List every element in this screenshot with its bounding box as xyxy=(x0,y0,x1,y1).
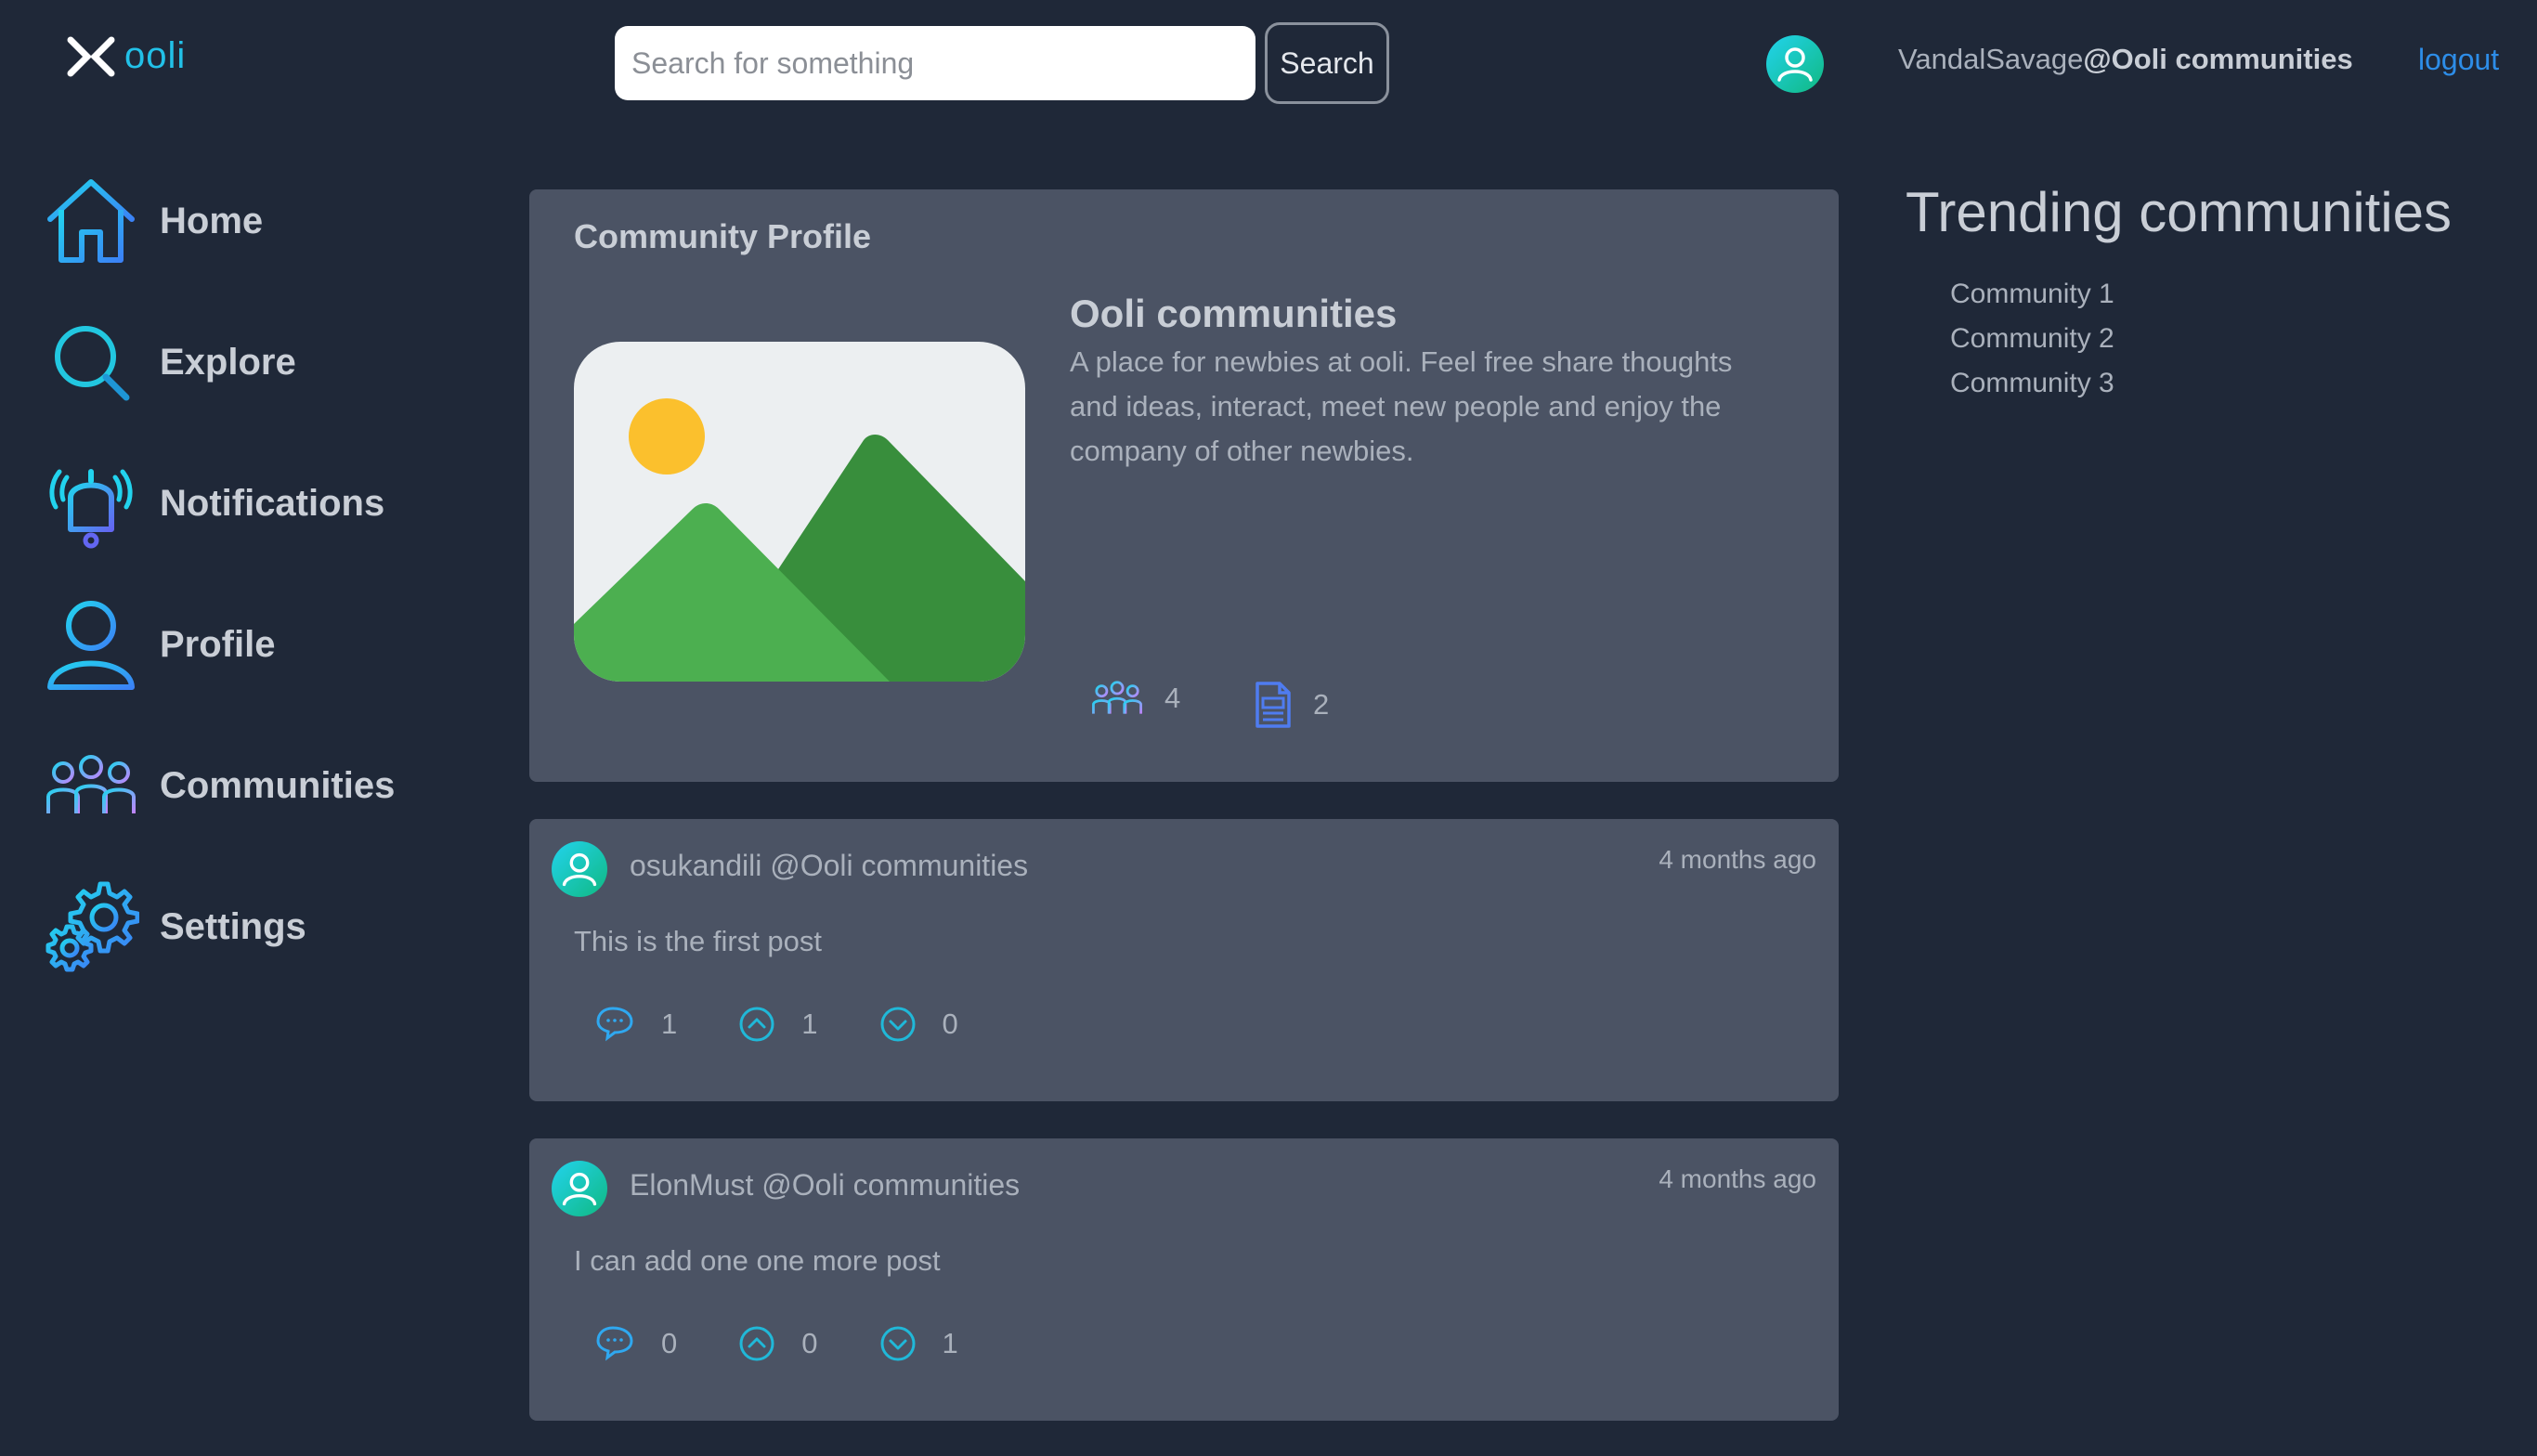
sidebar-item-profile[interactable]: Profile xyxy=(41,594,468,695)
community-profile-card: Community Profile Ooli communities A pla… xyxy=(529,189,1839,782)
sidebar: Home Explore Notifications Profile Commu… xyxy=(41,171,468,1018)
user-community-tag: @Ooli communities xyxy=(2083,43,2353,75)
post-timestamp: 4 months ago xyxy=(1659,845,1816,874)
upvote-count: 1 xyxy=(801,1008,818,1040)
post-body: I can add one one more post xyxy=(574,1244,941,1277)
post-timestamp: 4 months ago xyxy=(1659,1164,1816,1193)
upvote-count: 0 xyxy=(801,1327,818,1359)
gear-icon xyxy=(41,877,141,977)
post-actions: 1 1 0 xyxy=(594,1005,958,1044)
sidebar-item-label: Profile xyxy=(160,623,276,665)
downvote-button[interactable]: 0 xyxy=(879,1005,958,1044)
document-icon xyxy=(1255,682,1291,728)
post-card[interactable]: osukandili @Ooli communities 4 months ag… xyxy=(529,819,1839,1101)
sidebar-item-label: Settings xyxy=(160,905,306,947)
home-icon xyxy=(41,171,141,271)
user-avatar[interactable] xyxy=(1766,35,1824,93)
comment-icon xyxy=(596,1326,633,1361)
upvote-button[interactable]: 1 xyxy=(738,1005,818,1044)
comment-button[interactable]: 0 xyxy=(594,1324,677,1363)
posts-count: 2 xyxy=(1313,688,1330,721)
sidebar-item-home[interactable]: Home xyxy=(41,171,468,271)
post-card[interactable]: ElonMust @Ooli communities 4 months ago … xyxy=(529,1138,1839,1421)
trending-item[interactable]: Community 3 xyxy=(1950,361,2452,406)
comment-count: 1 xyxy=(661,1008,678,1040)
community-name: Ooli communities xyxy=(1070,292,1398,335)
search-icon xyxy=(41,312,141,412)
downvote-count: 1 xyxy=(942,1327,958,1359)
trending-panel: Trending communities Community 1 Communi… xyxy=(1906,180,2452,406)
post-author[interactable]: ElonMust @Ooli communities xyxy=(630,1168,1020,1202)
trending-list: Community 1 Community 2 Community 3 xyxy=(1950,272,2452,406)
sidebar-item-label: Home xyxy=(160,200,264,241)
post-author[interactable]: osukandili @Ooli communities xyxy=(630,849,1028,883)
logout-link[interactable]: logout xyxy=(2418,43,2499,77)
sidebar-item-label: Notifications xyxy=(160,482,385,524)
downvote-button[interactable]: 1 xyxy=(879,1324,958,1363)
comment-button[interactable]: 1 xyxy=(594,1005,677,1044)
downvote-icon xyxy=(880,1326,915,1361)
logo-mark-icon xyxy=(67,36,115,76)
sidebar-item-settings[interactable]: Settings xyxy=(41,877,468,977)
upvote-icon xyxy=(739,1326,774,1361)
sidebar-item-label: Communities xyxy=(160,764,396,806)
bell-icon xyxy=(41,453,141,553)
user-handle: VandalSavage@Ooli communities xyxy=(1898,43,2353,76)
group-icon xyxy=(1092,681,1142,717)
comment-icon xyxy=(596,1007,633,1042)
post-body: This is the first post xyxy=(574,925,823,957)
sidebar-item-explore[interactable]: Explore xyxy=(41,312,468,412)
sidebar-item-notifications[interactable]: Notifications xyxy=(41,453,468,553)
brand-name: ooli xyxy=(124,35,187,76)
community-image xyxy=(574,342,1025,682)
post-actions: 0 0 1 xyxy=(594,1324,958,1363)
search-input[interactable] xyxy=(615,26,1255,100)
sidebar-item-communities[interactable]: Communities xyxy=(41,735,468,836)
username: VandalSavage xyxy=(1898,43,2084,75)
trending-item[interactable]: Community 2 xyxy=(1950,317,2452,361)
page: ooli Search VandalSavage@Ooli communitie… xyxy=(0,0,2537,1456)
posts-stat[interactable]: 2 xyxy=(1254,680,1329,730)
comment-count: 0 xyxy=(661,1327,678,1359)
group-icon xyxy=(41,735,141,836)
upvote-icon xyxy=(739,1007,774,1042)
trending-title: Trending communities xyxy=(1906,181,2452,243)
user-icon xyxy=(41,594,141,695)
members-count: 4 xyxy=(1164,682,1181,714)
downvote-icon xyxy=(880,1007,915,1042)
card-title: Community Profile xyxy=(574,217,872,255)
downvote-count: 0 xyxy=(942,1008,958,1040)
community-description: A place for newbies at ooli. Feel free s… xyxy=(1070,345,1733,467)
members-stat[interactable]: 4 xyxy=(1090,680,1180,717)
sidebar-item-label: Explore xyxy=(160,341,296,383)
author-avatar[interactable] xyxy=(552,841,607,897)
author-avatar[interactable] xyxy=(552,1161,607,1216)
upvote-button[interactable]: 0 xyxy=(738,1324,818,1363)
logo[interactable]: ooli xyxy=(67,35,186,77)
trending-item[interactable]: Community 1 xyxy=(1950,272,2452,317)
search-button[interactable]: Search xyxy=(1265,22,1389,104)
